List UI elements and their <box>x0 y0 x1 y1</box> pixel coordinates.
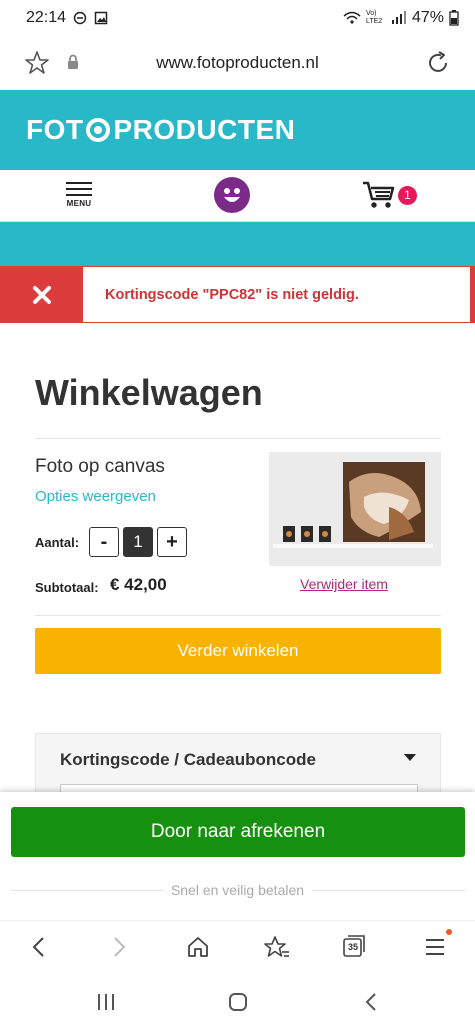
quantity-stepper: - 1 + <box>89 527 187 557</box>
site-logo[interactable]: FOT PRODUCTEN <box>26 114 295 146</box>
quantity-value[interactable]: 1 <box>123 527 153 557</box>
continue-shopping-button[interactable]: Verder winkelen <box>35 628 441 674</box>
wifi-icon <box>343 11 361 24</box>
quantity-label: Aantal: <box>35 535 80 550</box>
cart-button[interactable] <box>362 180 396 215</box>
header-strip <box>0 222 475 266</box>
image-icon <box>94 11 108 25</box>
product-image[interactable] <box>269 452 441 566</box>
divider <box>35 438 441 439</box>
close-icon[interactable] <box>1 267 83 322</box>
divider <box>35 615 441 616</box>
increase-quantity-button[interactable]: + <box>157 527 187 557</box>
dnd-icon <box>73 11 87 25</box>
checkout-button[interactable]: Door naar afrekenen <box>11 807 465 857</box>
cart-count-badge: 1 <box>398 186 417 205</box>
address-bar: www.fotoproducten.nl <box>0 36 475 90</box>
tabs-button[interactable]: 35 <box>342 934 366 958</box>
browser-toolbar: 35 <box>0 920 475 972</box>
url-text[interactable]: www.fotoproducten.nl <box>0 53 475 73</box>
coupon-title: Kortingscode / Cadeauboncode <box>60 750 316 769</box>
clock: 22:14 <box>26 9 67 26</box>
bookmarks-icon[interactable] <box>264 935 290 959</box>
system-nav-bar <box>0 975 475 1029</box>
checkout-panel: Door naar afrekenen Snel en veilig betal… <box>0 792 475 920</box>
remove-item-link[interactable]: Verwijder item <box>300 576 388 592</box>
reload-icon[interactable] <box>425 50 451 76</box>
logo-lens-icon <box>85 118 110 142</box>
show-options-link[interactable]: Opties weergeven <box>35 488 156 505</box>
subtotal-value: € 42,00 <box>110 575 167 594</box>
back-icon[interactable] <box>30 935 48 959</box>
status-bar: 22:14 Vo) LTE2 47% <box>0 0 475 36</box>
site-header: FOT PRODUCTEN <box>0 90 475 170</box>
alert-message: Kortingscode "PPC82" is niet geldig. <box>105 287 359 303</box>
signal-icon <box>391 11 406 24</box>
error-alert: Kortingscode "PPC82" is niet geldig. <box>0 266 475 323</box>
cart-icon <box>363 181 395 208</box>
forward-icon[interactable] <box>110 935 128 959</box>
menu-label: MENU <box>66 199 92 208</box>
network-label: Vo) LTE2 <box>365 10 383 25</box>
browser-menu-icon[interactable] <box>424 935 446 959</box>
account-smiley-icon[interactable] <box>214 177 250 213</box>
menu-button[interactable]: MENU <box>64 182 94 208</box>
tabs-count: 35 <box>347 942 358 952</box>
subtotal-label: Subtotaal: <box>35 580 99 595</box>
home-button-icon[interactable] <box>228 992 248 1012</box>
chevron-down-icon[interactable] <box>404 754 416 761</box>
decrease-quantity-button[interactable]: - <box>89 527 119 557</box>
battery-icon <box>449 10 459 26</box>
notification-dot <box>446 929 452 935</box>
hamburger-icon <box>66 182 92 184</box>
page-title: Winkelwagen <box>35 372 263 413</box>
system-back-icon[interactable] <box>364 992 378 1012</box>
secure-payment-text: Snel en veilig betalen <box>162 882 313 898</box>
product-name: Foto op canvas <box>35 456 165 477</box>
home-icon[interactable] <box>186 935 210 959</box>
battery-percent: 47% <box>411 9 444 26</box>
recent-apps-icon[interactable] <box>96 993 116 1011</box>
